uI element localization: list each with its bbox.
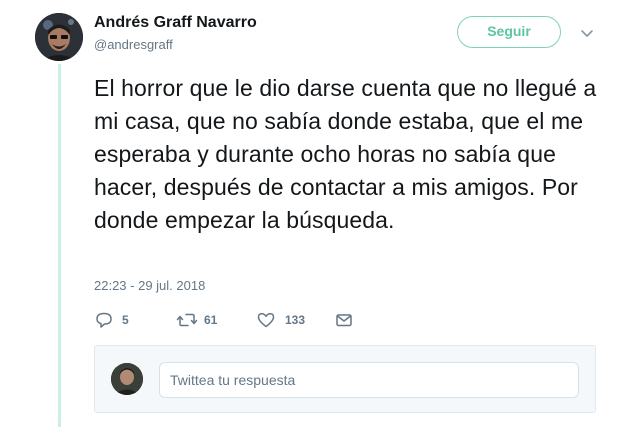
reply-composer: Twittea tu respuesta (94, 345, 596, 413)
like-icon (257, 313, 275, 328)
follow-button[interactable]: Seguir (457, 16, 561, 48)
reply-input[interactable]: Twittea tu respuesta (159, 362, 579, 398)
tweet-actions: 5 61 133 (94, 309, 394, 331)
author-avatar[interactable] (35, 13, 83, 61)
viewer-avatar-image (111, 363, 143, 395)
reply-count: 5 (122, 313, 129, 327)
retweet-count: 61 (204, 313, 218, 327)
retweet-icon (176, 313, 198, 327)
caret-down-icon[interactable] (578, 24, 596, 42)
tweet-text: El horror que le dio darse cuenta que no… (94, 75, 597, 233)
thread-line (58, 64, 61, 427)
reply-action[interactable]: 5 (94, 309, 129, 331)
message-icon (336, 314, 352, 327)
message-action[interactable] (334, 309, 354, 331)
like-action[interactable]: 133 (256, 309, 305, 331)
reply-icon (96, 312, 112, 328)
author-handle[interactable]: @andresgraff (94, 37, 173, 52)
author-display-name[interactable]: Andrés Graff Navarro (94, 14, 257, 32)
author-avatar-image (35, 13, 83, 61)
viewer-avatar[interactable] (111, 363, 143, 395)
tweet-timestamp[interactable]: 22:23 - 29 jul. 2018 (94, 278, 205, 293)
like-count: 133 (285, 313, 306, 327)
retweet-action[interactable]: 61 (176, 309, 217, 331)
